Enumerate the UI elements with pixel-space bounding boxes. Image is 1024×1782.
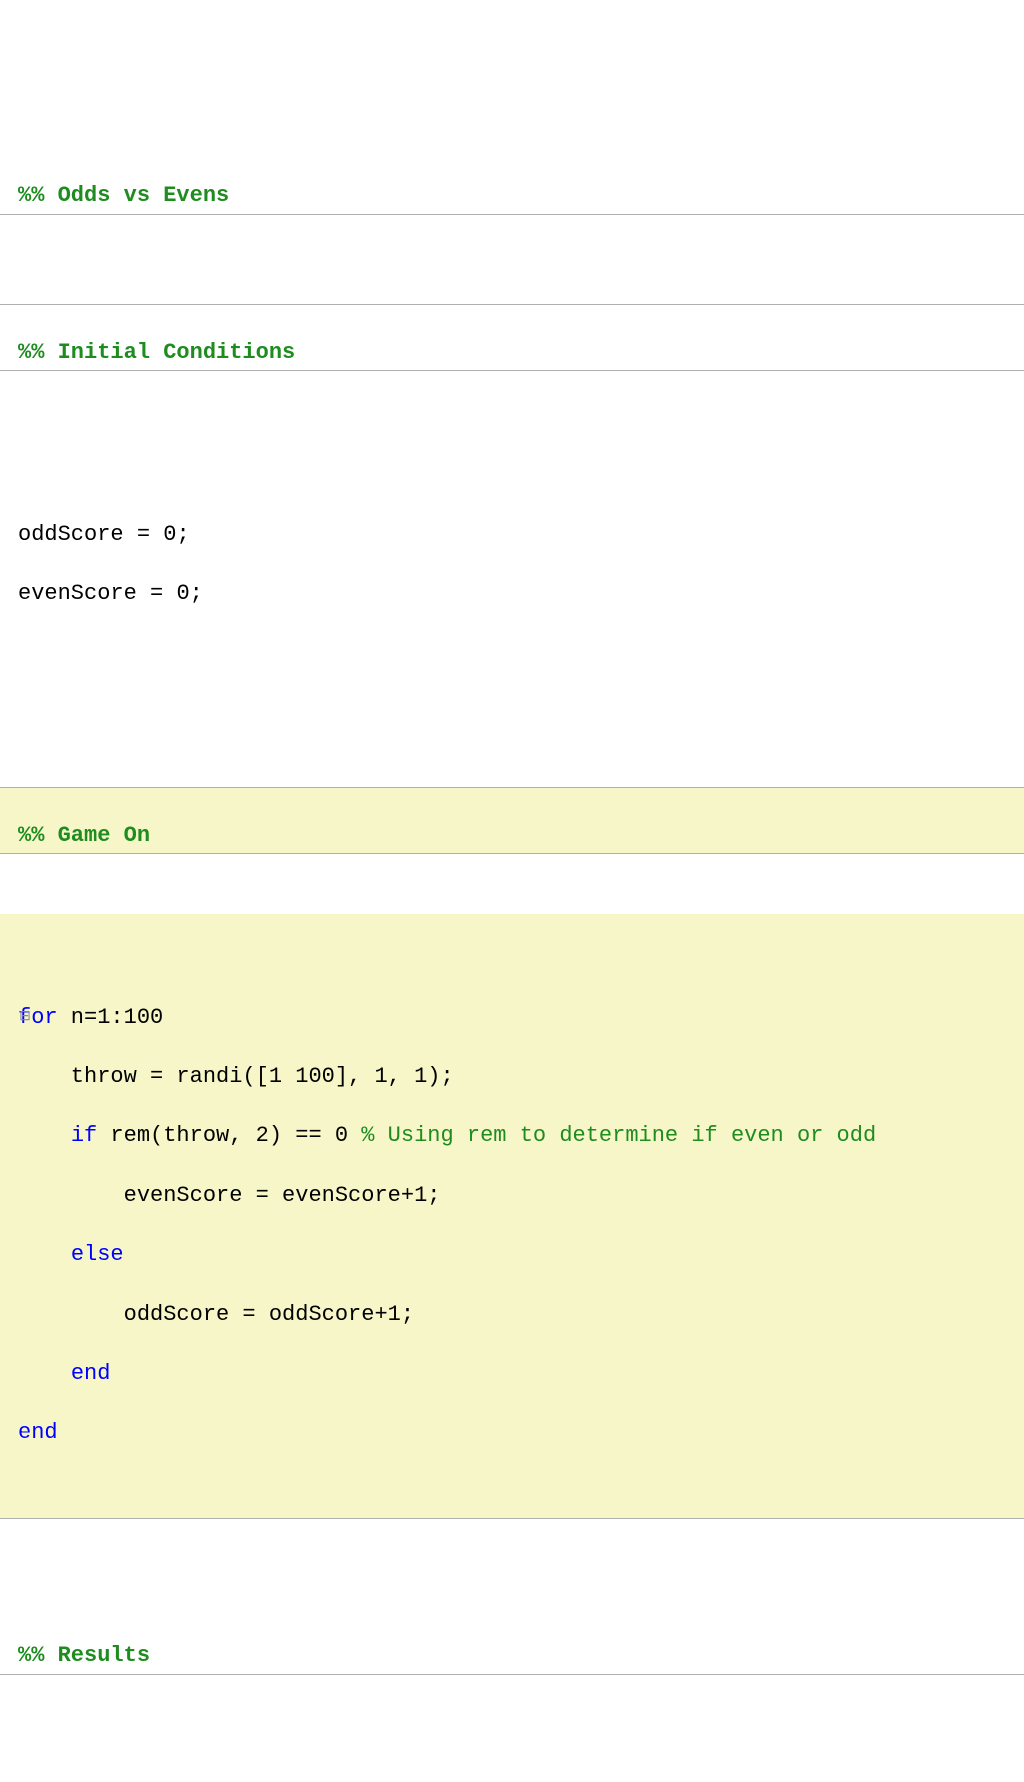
cell-header-1[interactable]: %% Odds vs Evens (0, 148, 1024, 214)
blank-line (18, 460, 1024, 490)
code-block-initial[interactable]: oddScore = 0; evenScore = 0; (0, 431, 1024, 698)
cell-title-3: %% Game On (18, 823, 150, 848)
code-line: throw = randi([1 100], 1, 1); (18, 1062, 1024, 1092)
code-line: –end (18, 1418, 1024, 1448)
code-block-game[interactable]: ⊟for n=1:100 throw = randi([1 100], 1, 1… (0, 914, 1024, 1520)
cell-title-2: %% Initial Conditions (18, 340, 295, 365)
code-line: end (18, 1359, 1024, 1389)
code-line: evenScore = evenScore+1; (18, 1181, 1024, 1211)
cell-header-3[interactable]: %% Game On (0, 787, 1024, 854)
code-line: oddScore = oddScore+1; (18, 1300, 1024, 1330)
blank-line (18, 1764, 1024, 1782)
cell-title-1: %% Odds vs Evens (18, 183, 229, 208)
code-line: evenScore = 0; (18, 579, 1024, 609)
fold-close-icon[interactable]: – (18, 1418, 32, 1447)
blank-line (18, 638, 1024, 668)
code-line: if rem(throw, 2) == 0 % Using rem to det… (18, 1121, 1024, 1151)
fold-open-icon[interactable]: ⊟ (18, 1003, 32, 1032)
cell-header-2[interactable]: %% Initial Conditions (0, 304, 1024, 371)
code-line: oddScore = 0; (18, 520, 1024, 550)
code-line: else (18, 1240, 1024, 1270)
blank-line (18, 943, 1024, 973)
code-line: ⊟for n=1:100 (18, 1003, 1024, 1033)
cell-title-4: %% Results (18, 1643, 150, 1668)
cell-header-4[interactable]: %% Results (0, 1608, 1024, 1674)
blank-line (18, 1478, 1024, 1489)
code-block-results[interactable]: fprintf("Score of odds is %d\n", oddScor… (0, 1734, 1024, 1782)
